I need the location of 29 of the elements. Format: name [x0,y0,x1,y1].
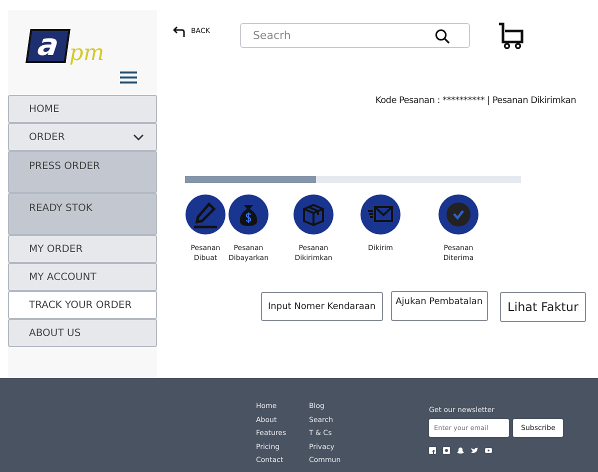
twitter-icon[interactable] [471,447,478,454]
check-step-icon [438,194,479,235]
action-button[interactable]: Lihat Faktur [500,292,586,322]
nav-subitem[interactable]: READY STOK [8,193,157,235]
mail-step-icon [360,194,401,235]
nav-item[interactable]: ORDER [8,123,157,151]
search-field[interactable]: Seacrh [240,22,470,48]
action-button[interactable]: Ajukan Pembatalan [390,291,488,321]
moneybag-step-icon [228,194,269,235]
logo: a pm [28,29,104,63]
action-button[interactable]: Input Nomer Kendaraan [261,292,383,321]
caret-icon[interactable] [133,134,144,140]
order-status-text: Kode Pesanan : ********** | Pesanan Dikirimkan [374,96,576,106]
cart-icon[interactable] [498,22,525,48]
nav-item[interactable]: MY ACCOUNT [8,263,157,291]
nav-subitem[interactable]: PRESS ORDER [8,151,157,193]
search-icon[interactable] [434,28,450,44]
youtube-icon[interactable] [485,447,492,454]
menu-icon[interactable] [120,71,137,84]
nav-item[interactable]: HOME [8,95,157,123]
nav-item[interactable]: ABOUT US [8,319,157,347]
pencil-step-icon [185,194,226,235]
back-arrow-icon [173,26,185,36]
instagram-icon[interactable] [443,447,450,454]
snapchat-icon[interactable] [457,447,464,454]
nav-item[interactable]: TRACK YOUR ORDER [8,291,157,319]
nav-item[interactable]: MY ORDER [8,235,157,263]
facebook-icon[interactable] [429,447,436,454]
box-step-icon [293,194,334,235]
